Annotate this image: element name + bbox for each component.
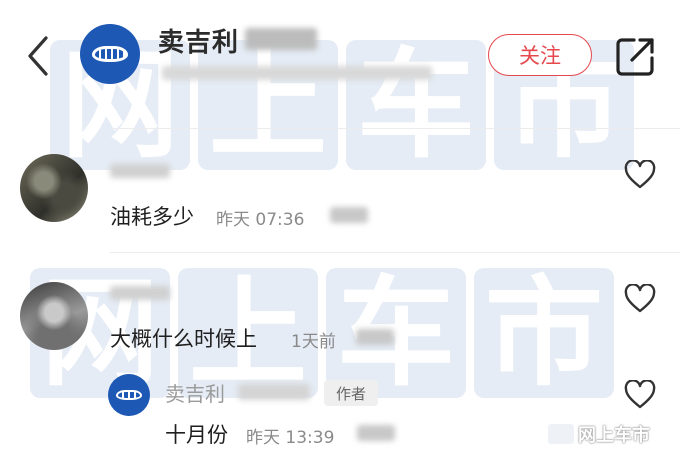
commenter-avatar[interactable]	[20, 282, 88, 350]
author-name[interactable]: 卖吉利	[158, 22, 239, 59]
author-name-redacted	[245, 28, 317, 50]
heart-icon[interactable]	[624, 380, 656, 410]
watermark-char: 上	[198, 40, 338, 170]
author-avatar[interactable]	[80, 24, 140, 84]
divider	[110, 128, 680, 129]
watermark-char: 车	[346, 40, 486, 170]
divider	[110, 252, 680, 253]
watermark-small: 网上车市	[548, 421, 650, 447]
commenter-name-redacted	[110, 286, 170, 300]
commenter-avatar[interactable]	[20, 154, 88, 222]
comment-time: 昨天 07:36	[216, 210, 305, 230]
reply-author-avatar[interactable]	[108, 374, 150, 416]
brand-logo-icon	[92, 46, 128, 62]
watermark-small-text: 网上车市	[578, 425, 650, 446]
reply-author-name[interactable]: 卖吉利	[165, 378, 225, 407]
back-icon[interactable]	[24, 34, 54, 78]
watermark-logo-icon	[548, 424, 574, 444]
watermark-char: 市	[474, 268, 614, 398]
comment-location-redacted	[330, 207, 368, 223]
reply-time: 昨天 13:39	[246, 428, 335, 448]
watermark-char: 车	[326, 268, 466, 398]
heart-icon[interactable]	[624, 284, 656, 314]
brand-logo-icon	[116, 389, 142, 401]
reply-text: 十月份	[165, 423, 228, 447]
author-subtitle-redacted	[162, 66, 432, 80]
reply-location-redacted	[357, 425, 395, 441]
heart-icon[interactable]	[624, 160, 656, 190]
commenter-name-redacted	[110, 164, 170, 178]
comment-location-redacted	[356, 329, 394, 345]
author-badge: 作者	[324, 380, 378, 406]
comment-text: 大概什么时候上	[110, 327, 257, 351]
comment-text: 油耗多少	[110, 205, 194, 229]
share-icon[interactable]	[614, 34, 658, 78]
follow-button[interactable]: 关注	[488, 34, 592, 76]
reply-author-name-redacted	[238, 384, 310, 400]
comment-time: 1天前	[291, 332, 336, 352]
